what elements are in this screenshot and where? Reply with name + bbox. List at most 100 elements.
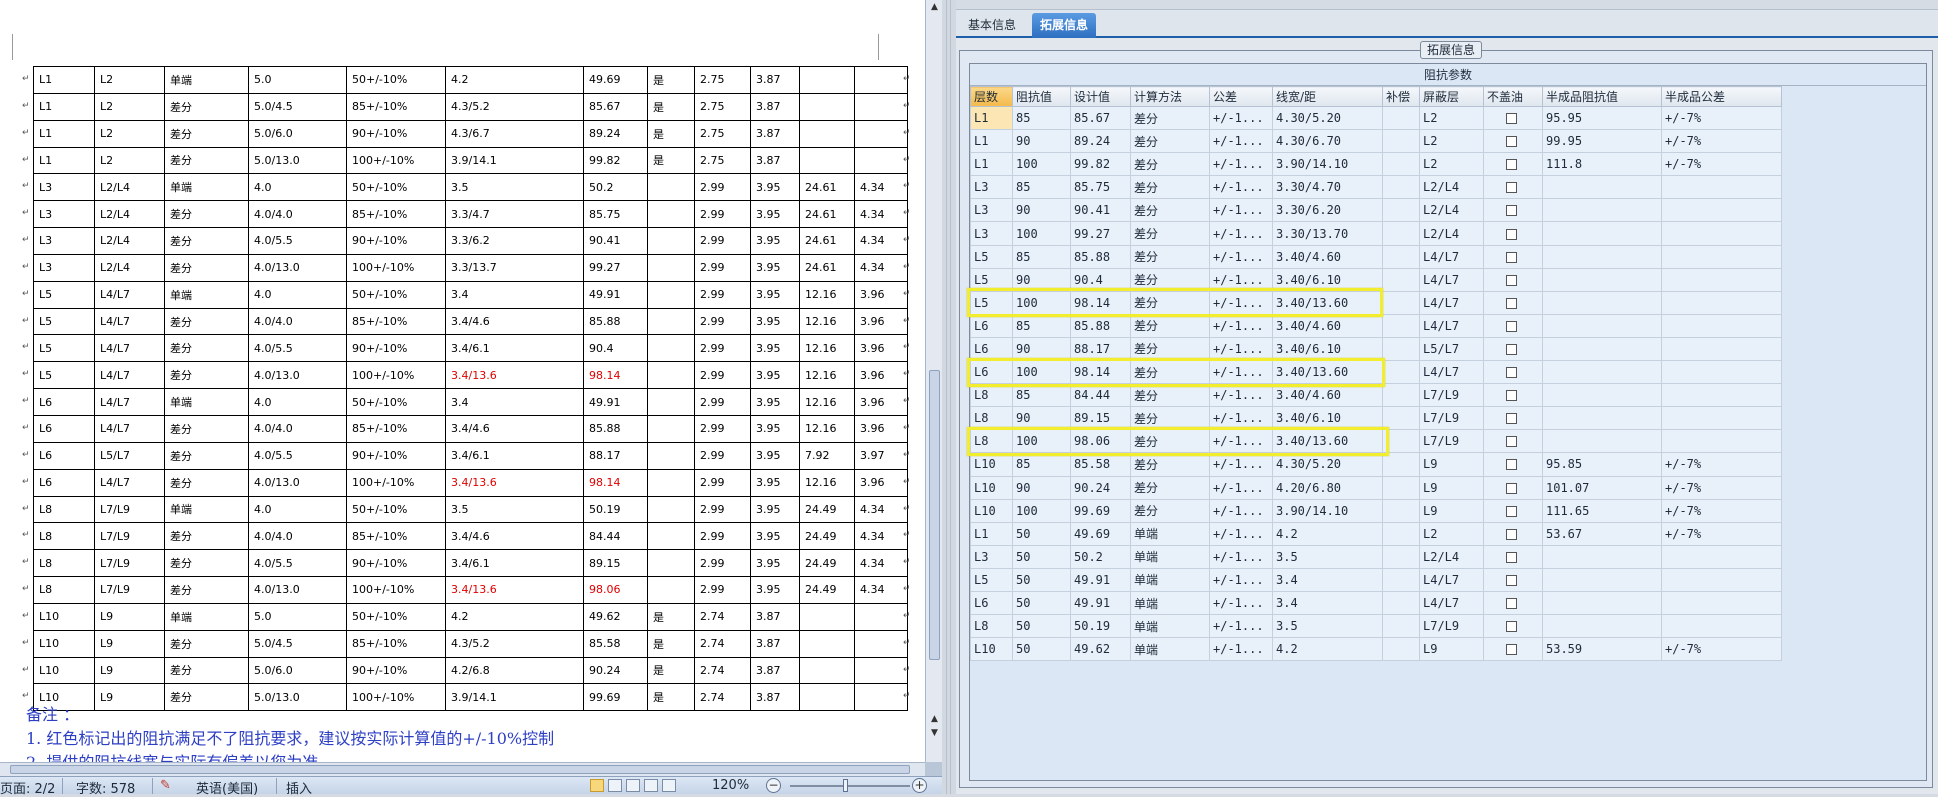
grid-cell[interactable]: L2/L4 bbox=[1419, 175, 1484, 200]
grid-cell[interactable] bbox=[1382, 290, 1420, 315]
grid-cell[interactable]: +/-1... bbox=[1209, 313, 1273, 338]
scroll-down-icon[interactable]: ▼ bbox=[928, 728, 941, 742]
grid-cell[interactable] bbox=[1542, 429, 1662, 454]
checkbox[interactable] bbox=[1506, 159, 1517, 171]
column-header[interactable]: 补偿 bbox=[1382, 86, 1420, 107]
grid-row[interactable]: L3 85 85.75 差分 +/-1... 3.30/4.70 L2/L4 bbox=[970, 175, 1782, 200]
grid-cell[interactable]: 111.8 bbox=[1542, 152, 1662, 177]
grid-cell[interactable]: L1 bbox=[970, 152, 1013, 177]
checkbox[interactable] bbox=[1506, 436, 1517, 448]
grid-cell[interactable]: +/-1... bbox=[1209, 244, 1273, 269]
grid-cell[interactable]: L4/L7 bbox=[1419, 590, 1484, 616]
checkbox[interactable] bbox=[1506, 320, 1517, 332]
print-layout-icon[interactable] bbox=[590, 779, 604, 792]
grid-cell[interactable]: 99.69 bbox=[1070, 498, 1131, 523]
zoom-out-icon[interactable]: − bbox=[766, 778, 781, 793]
column-header[interactable]: 层数 bbox=[970, 86, 1013, 107]
grid-row[interactable]: L6 50 49.91 单端 +/-1... 3.4 L4/L7 bbox=[970, 590, 1782, 616]
no-cover-oil-checkbox[interactable] bbox=[1483, 590, 1543, 616]
grid-cell[interactable]: 90 bbox=[1012, 129, 1071, 154]
checkbox[interactable] bbox=[1506, 459, 1517, 471]
proofing-icon[interactable]: ✎ bbox=[160, 778, 171, 793]
grid-row[interactable]: L6 85 85.88 差分 +/-1... 3.40/4.60 L4/L7 bbox=[970, 313, 1782, 338]
grid-cell[interactable]: 85 bbox=[1012, 105, 1071, 131]
grid-cell[interactable]: 101.07 bbox=[1542, 475, 1662, 500]
zoom-level[interactable]: 120% bbox=[712, 778, 749, 793]
grid-cell[interactable] bbox=[1382, 105, 1420, 131]
grid-cell[interactable]: L7/L9 bbox=[1419, 614, 1484, 639]
grid-cell[interactable]: 100 bbox=[1012, 498, 1071, 523]
grid-row[interactable]: L1 50 49.69 单端 +/-1... 4.2 L2 53.67 +/-7% bbox=[970, 521, 1782, 546]
no-cover-oil-checkbox[interactable] bbox=[1483, 313, 1543, 338]
no-cover-oil-checkbox[interactable] bbox=[1483, 198, 1543, 223]
grid-cell[interactable]: +/-7% bbox=[1661, 452, 1782, 477]
grid-cell[interactable]: 单端 bbox=[1130, 544, 1210, 569]
no-cover-oil-checkbox[interactable] bbox=[1483, 521, 1543, 546]
grid-cell[interactable]: L2 bbox=[1419, 129, 1484, 154]
grid-cell[interactable]: 3.40/4.60 bbox=[1272, 313, 1383, 338]
checkbox[interactable] bbox=[1506, 528, 1517, 540]
grid-cell[interactable] bbox=[1542, 544, 1662, 569]
grid-cell[interactable]: L4/L7 bbox=[1419, 567, 1484, 592]
grid-cell[interactable] bbox=[1382, 175, 1420, 200]
grid-cell[interactable]: +/-7% bbox=[1661, 152, 1782, 177]
grid-cell[interactable]: 4.30/5.20 bbox=[1272, 105, 1383, 131]
no-cover-oil-checkbox[interactable] bbox=[1483, 244, 1543, 269]
grid-cell[interactable]: 49.91 bbox=[1070, 567, 1131, 592]
language[interactable]: 英语(美国) bbox=[196, 778, 258, 797]
grid-cell[interactable] bbox=[1382, 267, 1420, 292]
grid-cell[interactable] bbox=[1382, 475, 1420, 500]
grid-row[interactable]: L10 90 90.24 差分 +/-1... 4.20/6.80 L9 101.07 +/-7… bbox=[970, 475, 1782, 500]
grid-cell[interactable]: L4/L7 bbox=[1419, 244, 1484, 269]
grid-cell[interactable]: 85 bbox=[1012, 175, 1071, 200]
grid-cell[interactable]: L8 bbox=[970, 383, 1013, 408]
grid-cell[interactable]: 差分 bbox=[1130, 498, 1210, 523]
checkbox[interactable] bbox=[1506, 343, 1517, 355]
grid-cell[interactable]: 85 bbox=[1012, 452, 1071, 477]
grid-cell[interactable] bbox=[1542, 590, 1662, 616]
grid-cell[interactable]: L1 bbox=[970, 129, 1013, 154]
checkbox[interactable] bbox=[1506, 251, 1517, 263]
grid-row[interactable]: L3 100 99.27 差分 +/-1... 3.30/13.70 L2/L4 bbox=[970, 221, 1782, 246]
grid-cell[interactable]: 3.40/4.60 bbox=[1272, 244, 1383, 269]
grid-cell[interactable]: L7/L9 bbox=[1419, 383, 1484, 408]
grid-cell[interactable]: +/-7% bbox=[1661, 498, 1782, 523]
no-cover-oil-checkbox[interactable] bbox=[1483, 637, 1543, 662]
grid-cell[interactable]: 50 bbox=[1012, 544, 1071, 569]
checkbox[interactable] bbox=[1506, 598, 1517, 610]
grid-cell[interactable]: 单端 bbox=[1130, 521, 1210, 546]
grid-cell[interactable]: 85.58 bbox=[1070, 452, 1131, 477]
grid-cell[interactable]: 85.67 bbox=[1070, 105, 1131, 131]
grid-cell[interactable] bbox=[1542, 244, 1662, 269]
grid-cell[interactable] bbox=[1542, 313, 1662, 338]
grid-cell[interactable]: 3.30/6.20 bbox=[1272, 198, 1383, 223]
grid-cell[interactable] bbox=[1542, 267, 1662, 292]
grid-cell[interactable]: 差分 bbox=[1130, 105, 1210, 131]
checkbox[interactable] bbox=[1506, 136, 1517, 148]
grid-cell[interactable]: +/-1... bbox=[1209, 452, 1273, 477]
checkbox[interactable] bbox=[1506, 274, 1517, 286]
no-cover-oil-checkbox[interactable] bbox=[1483, 452, 1543, 477]
grid-cell[interactable]: L3 bbox=[970, 198, 1013, 223]
grid-cell[interactable] bbox=[1661, 544, 1782, 569]
grid-cell[interactable] bbox=[1542, 567, 1662, 592]
checkbox[interactable] bbox=[1506, 482, 1517, 494]
grid-cell[interactable]: 99.82 bbox=[1070, 152, 1131, 177]
grid-cell[interactable]: 3.4 bbox=[1272, 567, 1383, 592]
grid-cell[interactable]: 差分 bbox=[1130, 129, 1210, 154]
no-cover-oil-checkbox[interactable] bbox=[1483, 175, 1543, 200]
no-cover-oil-checkbox[interactable] bbox=[1483, 221, 1543, 246]
grid-cell[interactable]: L2 bbox=[1419, 105, 1484, 131]
grid-cell[interactable] bbox=[1661, 221, 1782, 246]
grid-cell[interactable]: L8 bbox=[970, 614, 1013, 639]
grid-cell[interactable] bbox=[1382, 152, 1420, 177]
grid-cell[interactable] bbox=[1542, 614, 1662, 639]
zoom-slider-thumb[interactable] bbox=[843, 779, 848, 792]
grid-cell[interactable]: L7/L9 bbox=[1419, 406, 1484, 431]
grid-cell[interactable]: +/-1... bbox=[1209, 129, 1273, 154]
grid-cell[interactable]: 85.88 bbox=[1070, 244, 1131, 269]
grid-cell[interactable] bbox=[1661, 198, 1782, 223]
grid-cell[interactable]: 4.30/5.20 bbox=[1272, 452, 1383, 477]
grid-cell[interactable]: +/-7% bbox=[1661, 637, 1782, 662]
horizontal-scrollbar[interactable] bbox=[0, 762, 925, 776]
